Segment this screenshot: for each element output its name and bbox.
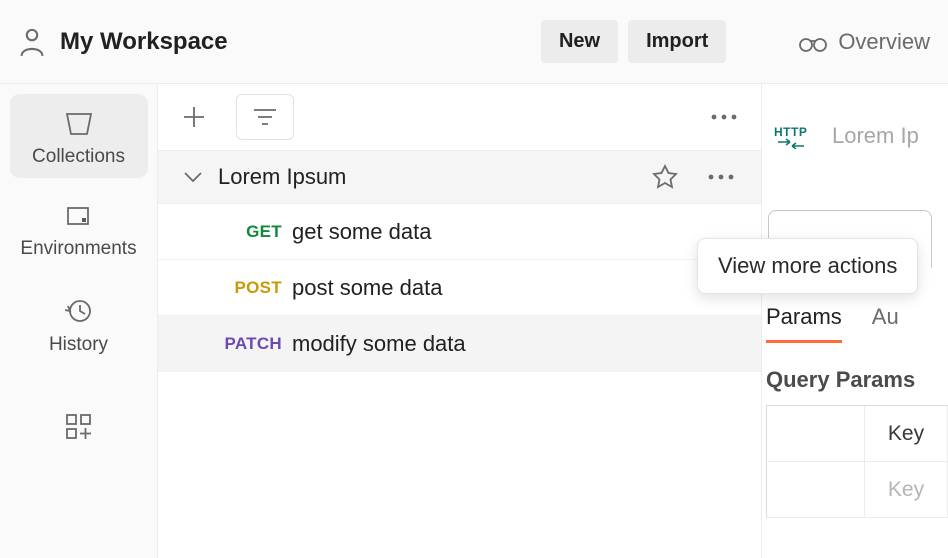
binoculars-icon — [798, 31, 828, 53]
plus-icon — [180, 103, 208, 131]
tab-params[interactable]: Params — [766, 304, 842, 343]
overview-tab[interactable]: Overview — [798, 29, 930, 55]
toolbar-more-button[interactable] — [703, 107, 745, 127]
rail-item-history[interactable]: History — [10, 282, 148, 366]
overview-label: Overview — [838, 29, 930, 55]
method-label: GET — [210, 222, 282, 242]
more-horizontal-icon — [709, 113, 739, 121]
favorite-button[interactable] — [647, 159, 683, 195]
filter-button[interactable] — [236, 94, 294, 140]
collection-toolbar — [158, 84, 761, 150]
query-params-table: Key Key — [766, 405, 948, 518]
rail-label: Collections — [32, 146, 125, 168]
request-editor-panel: HTTP Lorem Ip Params Au Query Params Key… — [762, 84, 948, 558]
create-icon — [64, 412, 94, 442]
table-row[interactable]: Key — [767, 462, 948, 518]
rail-item-collections[interactable]: Collections — [10, 94, 148, 178]
table-header-row: Key — [767, 406, 948, 462]
tooltip-view-more-actions: View more actions — [697, 238, 918, 294]
person-icon — [18, 27, 46, 57]
rail-label: History — [49, 334, 108, 356]
request-row[interactable]: GET get some data — [158, 204, 761, 260]
tab-auth[interactable]: Au — [872, 304, 899, 343]
table-cell-checkbox[interactable] — [767, 462, 865, 517]
history-icon — [64, 296, 94, 326]
query-params-title: Query Params — [762, 343, 948, 405]
new-button[interactable]: New — [541, 20, 618, 63]
request-name: modify some data — [292, 331, 466, 357]
key-input[interactable]: Key — [865, 462, 948, 517]
svg-text:HTTP: HTTP — [774, 125, 807, 139]
http-icon: HTTP — [774, 123, 816, 149]
collection-name: Lorem Ipsum — [218, 164, 346, 190]
collections-icon — [63, 108, 95, 138]
collection-header[interactable]: Lorem Ipsum — [158, 150, 761, 204]
topbar: My Workspace New Import Overview — [0, 0, 948, 84]
collection-panel: Lorem Ipsum GET get some data POST pos — [158, 84, 762, 558]
rail-item-environments[interactable]: Environments — [10, 190, 148, 270]
add-button[interactable] — [174, 97, 214, 137]
request-title: Lorem Ip — [832, 123, 919, 149]
left-rail: Collections Environments History — [0, 84, 158, 558]
method-label: PATCH — [210, 334, 282, 354]
filter-icon — [251, 106, 279, 128]
table-header-key: Key — [865, 406, 948, 461]
rail-item-create[interactable] — [10, 398, 148, 452]
environments-icon — [64, 204, 94, 230]
request-row[interactable]: POST post some data — [158, 260, 761, 316]
workspace-title: My Workspace — [60, 28, 228, 56]
rail-label: Environments — [20, 238, 136, 260]
request-row[interactable]: PATCH modify some data — [158, 316, 761, 372]
more-horizontal-icon — [706, 173, 736, 181]
request-tabs: Params Au — [762, 304, 948, 343]
method-label: POST — [210, 278, 282, 298]
star-icon — [651, 163, 679, 191]
collection-more-button[interactable] — [702, 169, 740, 185]
import-button[interactable]: Import — [628, 20, 726, 63]
request-name: post some data — [292, 275, 442, 301]
table-header-checkbox — [767, 406, 865, 461]
workspace-selector[interactable]: My Workspace — [18, 27, 228, 57]
chevron-down-icon — [182, 170, 204, 184]
request-name: get some data — [292, 219, 431, 245]
